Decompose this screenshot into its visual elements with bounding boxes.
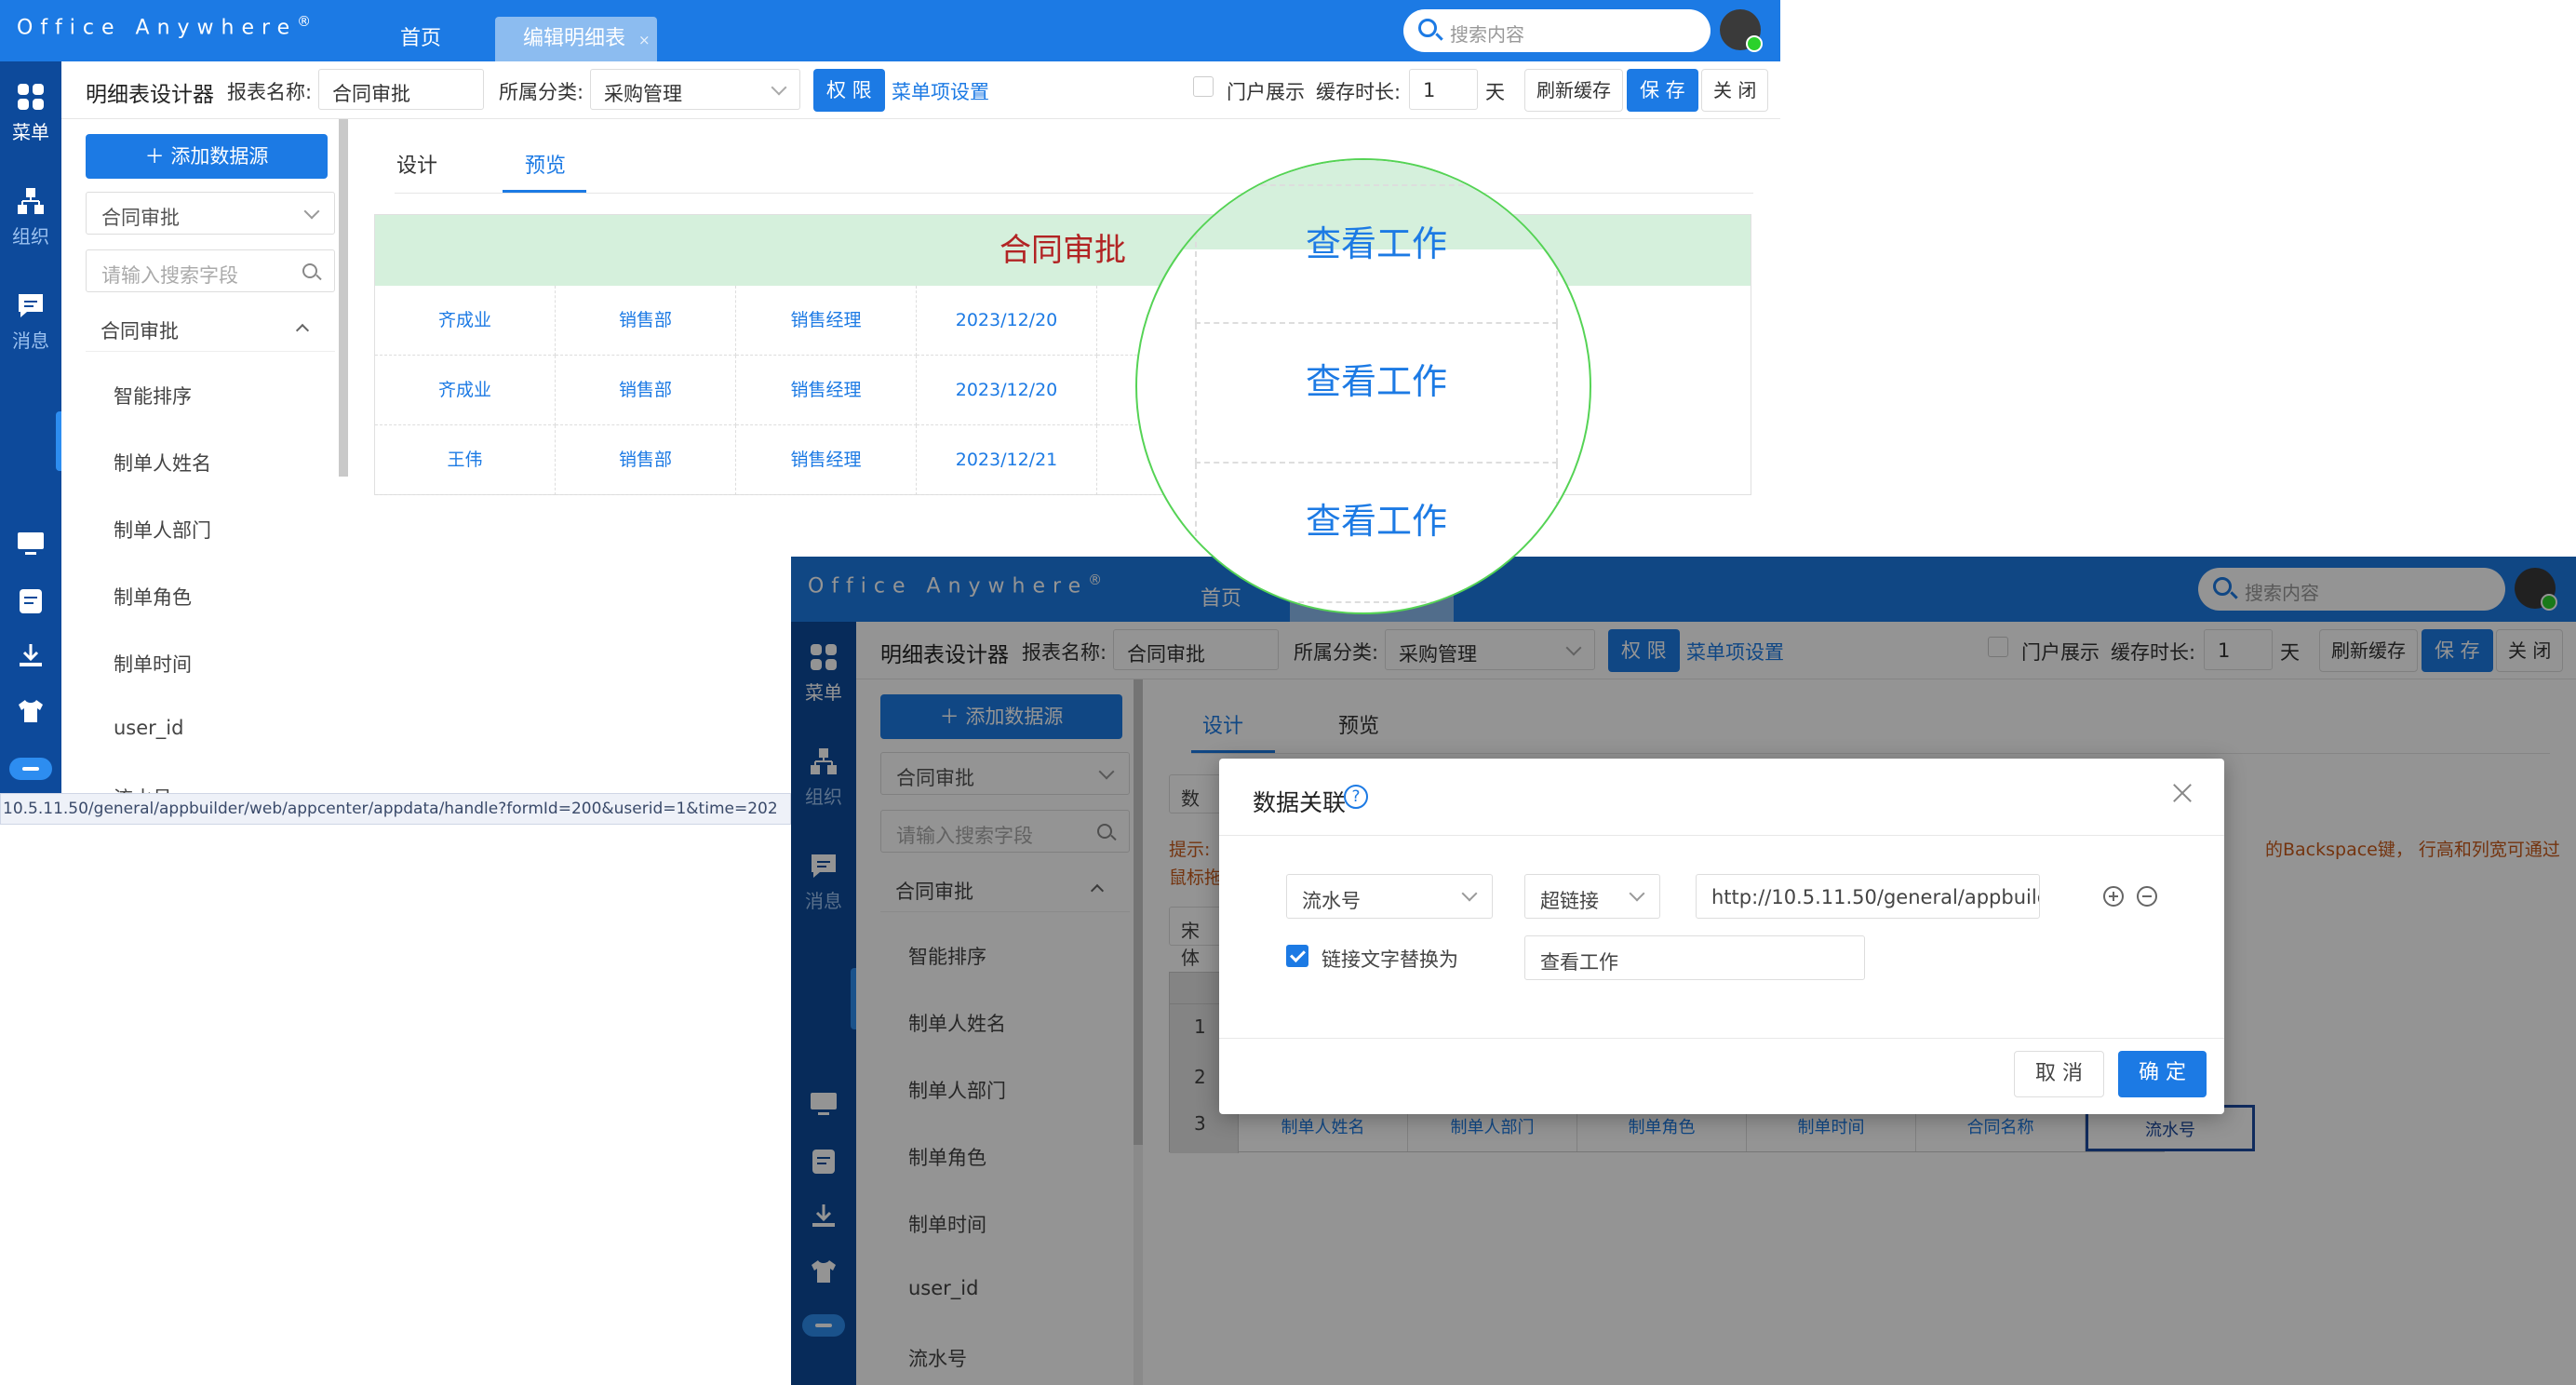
cache-duration-label: 缓存时长: [1316,81,1402,103]
replace-text-checkbox[interactable] [1286,945,1308,967]
preview-cell[interactable]: 销售部 [556,356,736,425]
report-name-input[interactable]: 合同审批 [318,69,484,110]
portal-label: 门户展示 [1227,81,1305,103]
org-icon [18,188,44,214]
add-datasource-button[interactable]: ＋ 添加数据源 [86,134,328,179]
shirt-icon[interactable] [17,698,45,724]
category-label: 所属分类: [499,81,584,103]
nav-item-org[interactable]: 组织 [0,186,61,249]
report-name-label: 报表名称: [227,81,313,103]
view-work-link[interactable]: 查看工作 [1195,464,1558,603]
replace-text-label: 链接文字替换为 [1322,948,1458,971]
nav-label-message: 消息 [12,329,49,352]
help-icon[interactable]: ? [1344,785,1368,809]
preview-cell[interactable]: 销售经理 [736,356,917,425]
preview-cell[interactable]: 齐成业 [375,356,556,425]
add-row-icon[interactable] [2103,886,2124,907]
search-box[interactable]: 搜索内容 [1403,9,1711,52]
monitor-icon[interactable] [17,531,45,557]
designer-toolbar: 明细表设计器 报表名称: 合同审批 所属分类: 采购管理 权 限 菜单项设置 门… [61,61,1780,119]
cache-duration-input[interactable]: 1 [1409,69,1478,110]
view-work-link[interactable]: 查看工作 [1195,184,1558,324]
field-select[interactable]: 流水号 [1286,874,1493,919]
view-work-link[interactable]: 查看工作 [1195,324,1558,464]
link-type-select[interactable]: 超链接 [1524,874,1660,919]
nav-item-message[interactable]: 消息 [0,290,61,353]
tab-preview[interactable]: 预览 [525,149,566,179]
preview-cell[interactable]: 销售部 [556,425,736,495]
portal-checkbox[interactable] [1193,76,1214,97]
preview-cell[interactable]: 销售经理 [736,286,917,356]
preview-cell[interactable]: 齐成业 [375,286,556,356]
online-status-icon [1746,35,1763,52]
tab-close-icon[interactable]: × [638,32,651,48]
logo: Office Anywhere® [17,13,312,40]
save-button[interactable]: 保 存 [1627,69,1698,112]
tab-edit-detail-table[interactable]: 编辑明细表 × [495,17,657,61]
preview-cell[interactable]: 2023/12/20 [917,356,1097,425]
preview-cell[interactable]: 销售部 [556,286,736,356]
preview-cell[interactable]: 王伟 [375,425,556,495]
cache-unit: 天 [1485,81,1505,103]
close-icon[interactable] [2168,779,2196,807]
field-select-value: 流水号 [1302,890,1361,912]
search-placeholder: 搜索内容 [1450,23,1524,46]
category-select[interactable]: 采购管理 [590,69,800,110]
avatar[interactable] [1720,9,1763,52]
url-input[interactable]: http://10.5.11.50/general/appbuilder [1696,874,2040,919]
data-link-dialog: 数据关联 ? 流水号 超链接 http://10.5.11.50/general… [1219,759,2224,1114]
remove-row-icon[interactable] [2137,886,2157,907]
field-sidebar: ＋ 添加数据源 合同审批 请输入搜索字段 合同审批 智能排序 制单人姓名 制单人… [61,119,348,793]
field-item[interactable]: 流水号 [114,784,172,793]
cancel-button[interactable]: 取 消 [2014,1051,2104,1097]
note-icon[interactable] [17,588,45,614]
left-nav: 菜单 组织 消息 [0,61,65,793]
nav-item-menu[interactable]: 菜单 [0,82,61,144]
field-group-label: 合同审批 [101,320,179,343]
preview-cell[interactable]: 2023/12/20 [917,286,1097,356]
ok-button[interactable]: 确 定 [2118,1051,2207,1097]
field-item[interactable]: 制单人部门 [114,516,211,544]
field-item[interactable]: 制单时间 [114,650,192,678]
field-group-header[interactable]: 合同审批 [86,303,335,352]
status-url: 10.5.11.50/general/appbuilder/web/appcen… [0,793,791,825]
field-item[interactable]: 智能排序 [114,382,192,410]
tab-active-indicator [503,190,586,193]
field-item[interactable]: user_id [114,717,183,739]
designer-title: 明细表设计器 [86,83,214,107]
download-icon[interactable] [17,642,45,668]
replace-text-input[interactable]: 查看工作 [1524,935,1865,980]
field-search-input[interactable]: 请输入搜索字段 [86,249,335,292]
datasource-value: 合同审批 [101,207,180,229]
field-search-placeholder: 请输入搜索字段 [101,264,238,287]
app-window-dialog: Office Anywhere® 首页 搜索内容 菜单 组织 消息 明细表设计器… [791,557,2576,1385]
sidebar-scrollbar[interactable] [339,119,348,477]
nav-label-org: 组织 [12,225,49,248]
preview-cell[interactable]: 2023/12/21 [917,425,1097,495]
nav-label-menu: 菜单 [12,121,49,143]
preview-cell[interactable]: 销售经理 [736,425,917,495]
refresh-cache-button[interactable]: 刷新缓存 [1524,69,1623,112]
field-item[interactable]: 制单角色 [114,583,192,611]
dialog-title: 数据关联 [1253,789,1347,816]
link-type-value: 超链接 [1540,890,1599,912]
tab-design[interactable]: 设计 [396,149,437,179]
category-value: 采购管理 [604,83,682,105]
dialog-header-divider [1219,835,2224,836]
close-button[interactable]: 关 闭 [1701,69,1769,112]
field-item[interactable]: 制单人姓名 [114,449,211,477]
menu-settings-link[interactable]: 菜单项设置 [892,77,989,105]
top-bar: Office Anywhere® 首页 编辑明细表 × 搜索内容 [0,0,1780,61]
dialog-footer-divider [1219,1038,2224,1039]
message-icon [19,294,43,317]
grid-icon [18,84,44,110]
tab-home[interactable]: 首页 [372,17,469,61]
zoom-magnifier: 查看工作 查看工作 查看工作 [1135,158,1591,614]
permission-button[interactable]: 权 限 [813,69,885,112]
more-icon[interactable] [9,758,52,780]
search-icon [302,263,317,278]
search-icon [1418,19,1437,37]
datasource-select[interactable]: 合同审批 [86,192,335,235]
